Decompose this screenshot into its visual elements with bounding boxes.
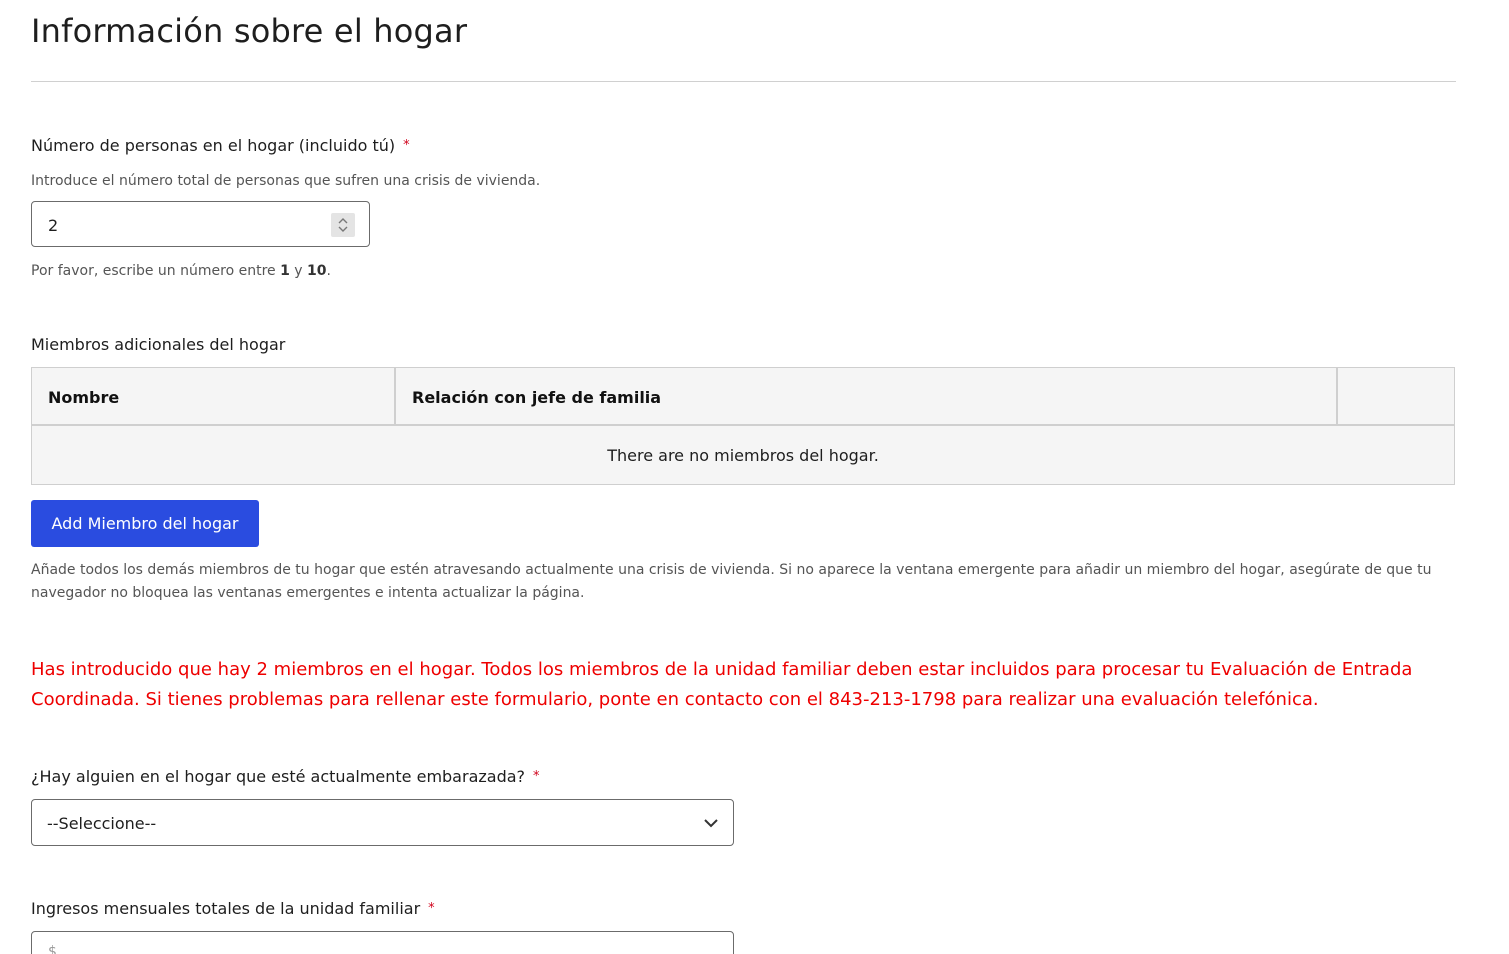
column-header-name: Nombre [32, 368, 396, 424]
chevron-down-icon[interactable] [703, 815, 719, 831]
income-label-text: Ingresos mensuales totales de la unidad … [31, 899, 421, 918]
household-size-range-hint: Por favor, escribe un número entre 1 y 1… [31, 260, 331, 283]
members-label: Miembros adicionales del hogar [31, 335, 286, 354]
currency-prefix: $ [48, 944, 57, 954]
household-warning: Has introducido que hay 2 miembros en el… [31, 659, 1413, 710]
income-label: Ingresos mensuales totales de la unidad … [31, 899, 435, 918]
pregnant-select[interactable]: --Seleccione-- [31, 799, 734, 846]
household-size-label: Número de personas en el hogar (incluido… [31, 136, 410, 155]
range-separator: y [294, 263, 303, 279]
household-size-help: Introduce el número total de personas qu… [31, 173, 541, 189]
range-min: 1 [280, 263, 290, 279]
range-suffix: . [326, 263, 331, 279]
household-size-label-text: Número de personas en el hogar (incluido… [31, 136, 396, 155]
members-help: Añade todos los demás miembros de tu hog… [31, 562, 1432, 601]
pregnant-selected-value[interactable]: --Seleccione-- [47, 814, 156, 833]
household-size-value[interactable]: 2 [48, 216, 58, 235]
pregnant-label-text: ¿Hay alguien en el hogar que esté actual… [31, 767, 526, 786]
title-divider [31, 81, 1456, 82]
spinner-arrows-icon[interactable] [331, 213, 355, 237]
add-member-button[interactable]: Add Miembro del hogar [31, 500, 259, 547]
pregnant-label: ¿Hay alguien en el hogar que esté actual… [31, 767, 540, 786]
members-table-header: Nombre Relación con jefe de familia [32, 368, 1454, 426]
column-header-actions [1338, 368, 1455, 424]
members-table: Nombre Relación con jefe de familia Ther… [31, 367, 1455, 485]
required-asterisk: * [533, 769, 540, 784]
range-prefix: Por favor, escribe un número entre [31, 263, 276, 279]
required-asterisk: * [428, 901, 435, 916]
number-spinner[interactable] [331, 213, 355, 237]
members-empty-message: There are no miembros del hogar. [607, 446, 879, 465]
required-asterisk: * [403, 138, 410, 153]
form-page: Información sobre el hogar Número de per… [0, 0, 1509, 954]
income-input[interactable]: $ [31, 931, 734, 954]
range-max: 10 [307, 263, 327, 279]
household-size-input[interactable]: 2 [31, 201, 370, 247]
column-header-relationship: Relación con jefe de familia [396, 368, 1338, 424]
page-title: Información sobre el hogar [31, 12, 468, 50]
